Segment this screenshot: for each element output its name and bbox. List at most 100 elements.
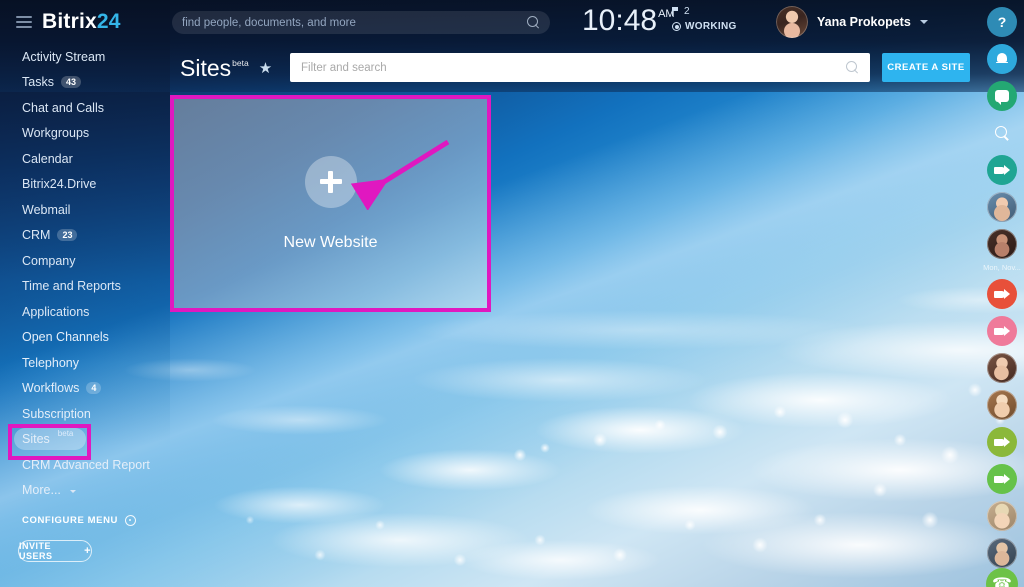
sidebar-item-bitrix24-drive[interactable]: Bitrix24.Drive [0, 172, 170, 198]
top-bar: Bitrix24 10:48 AM 2 WORKING Yana Prokope… [0, 0, 980, 44]
plus-icon: + [84, 544, 91, 557]
working-label: WORKING [685, 21, 737, 32]
sidebar-item-label: Workgroups [22, 126, 90, 141]
sidebar-item-label: Company [22, 253, 76, 268]
sidebar-item-workgroups[interactable]: Workgroups [0, 121, 170, 147]
sidebar-item-sites[interactable]: Sites beta [0, 427, 170, 453]
search-icon[interactable] [846, 61, 859, 74]
global-search-input[interactable] [182, 16, 527, 29]
user-name: Yana Prokopets [817, 15, 911, 29]
configure-menu-button[interactable]: CONFIGURE MENU [0, 515, 170, 526]
sidebar-item-label: Workflows [22, 381, 80, 396]
chevron-down-icon [69, 490, 76, 494]
chevron-down-icon[interactable] [919, 20, 928, 24]
user-menu[interactable]: Yana Prokopets [776, 6, 928, 38]
sidebar-item-activity-stream[interactable]: Activity Stream [0, 44, 170, 70]
gear-icon[interactable] [125, 515, 137, 526]
bitrix24-sites-page: Bitrix24 10:48 AM 2 WORKING Yana Prokope… [0, 0, 1024, 587]
user-avatar-3[interactable] [987, 353, 1017, 383]
sidebar-item-crm[interactable]: CRM 23 [0, 223, 170, 249]
logo-number: 24 [96, 10, 121, 33]
avatar[interactable] [776, 6, 808, 38]
sidebar-item-open-channels[interactable]: Open Channels [0, 325, 170, 351]
sidebar-item-badge: 23 [57, 229, 78, 242]
megaphone-icon-green[interactable] [987, 464, 1017, 494]
sidebar-item-label: Applications [22, 304, 90, 319]
bitrix24-logo[interactable]: Bitrix24 [42, 10, 121, 34]
sidebar-item-label: More... [22, 483, 61, 498]
new-website-card[interactable]: New Website [174, 99, 487, 308]
filter-search-input[interactable] [301, 61, 846, 74]
sidebar-item-label: Chat and Calls [22, 100, 104, 115]
sidebar-item-telephony[interactable]: Telephony [0, 350, 170, 376]
sidebar-item-calendar[interactable]: Calendar [0, 146, 170, 172]
logo-text: Bitrix [42, 10, 97, 33]
user-avatar-5[interactable] [987, 501, 1017, 531]
flag-count: 2 [684, 6, 690, 17]
right-sidebar: ? Mon, Nov... ☎ [980, 0, 1024, 587]
sidebar-item-chat-and-calls[interactable]: Chat and Calls [0, 95, 170, 121]
filter-and-search-box[interactable] [290, 53, 870, 82]
sidebar-item-label: Open Channels [22, 330, 109, 345]
sidebar-item-label: Telephony [22, 355, 79, 370]
work-status-widget[interactable]: 2 WORKING [672, 6, 737, 32]
invite-users-label: INVITE USERS [19, 541, 53, 561]
add-site-plus-icon[interactable] [304, 155, 357, 208]
sidebar-item-company[interactable]: Company [0, 248, 170, 274]
user-avatar-1[interactable] [987, 192, 1017, 222]
megaphone-icon-teal[interactable] [987, 155, 1017, 185]
sidebar-item-label: Activity Stream [22, 49, 106, 64]
create-a-site-button[interactable]: CREATE A SITE [882, 53, 970, 82]
sidebar-item-label: CRM Advanced Report [22, 457, 150, 472]
sidebar-item-time-and-reports[interactable]: Time and Reports [0, 274, 170, 300]
sidebar-item-beta-tag: beta [57, 428, 74, 438]
sidebar-item-badge: 4 [86, 382, 102, 395]
megaphone-icon-pink[interactable] [987, 316, 1017, 346]
new-website-label: New Website [283, 233, 378, 251]
sidebar-menu: Activity Stream Tasks 43 Chat and Calls … [0, 44, 170, 562]
record-dot-icon [672, 22, 681, 31]
user-avatar-4[interactable] [987, 390, 1017, 420]
configure-menu-label: CONFIGURE MENU [22, 515, 119, 526]
phone-call-button[interactable]: ☎ [986, 568, 1018, 587]
megaphone-icon-olive[interactable] [987, 427, 1017, 457]
sidebar-item-subscription[interactable]: Subscription [0, 401, 170, 427]
page-title-text: Sites [180, 54, 232, 81]
page-header: Sites beta ★ CREATE A SITE [170, 44, 980, 92]
search-icon[interactable] [527, 16, 540, 29]
sidebar-item-label: CRM [22, 228, 51, 243]
favorite-star-icon[interactable]: ★ [259, 61, 272, 76]
sidebar-item-label: Time and Reports [22, 279, 121, 294]
sidebar-item-label: Sites [22, 432, 50, 447]
flag-icon [672, 7, 680, 16]
sidebar-item-webmail[interactable]: Webmail [0, 197, 170, 223]
sidebar-item-label: Tasks [22, 75, 54, 90]
page-title-beta-tag: beta [232, 57, 249, 68]
sidebar-item-applications[interactable]: Applications [0, 299, 170, 325]
sidebar-item-crm-advanced-report[interactable]: CRM Advanced Report [0, 452, 170, 478]
sidebar-item-label: Subscription [22, 406, 91, 421]
sidebar-item-workflows[interactable]: Workflows 4 [0, 376, 170, 402]
global-search-box[interactable] [172, 11, 550, 34]
sidebar-item-label: Bitrix24.Drive [22, 177, 97, 192]
date-label: Mon, Nov... [983, 263, 1021, 272]
sidebar-item-more[interactable]: More... [0, 478, 170, 504]
clock-display: 10:48 AM [582, 4, 675, 38]
flag-counter[interactable]: 2 [672, 6, 737, 17]
sidebar-item-tasks[interactable]: Tasks 43 [0, 70, 170, 96]
working-status[interactable]: WORKING [672, 21, 737, 32]
megaphone-icon-red[interactable] [987, 279, 1017, 309]
invite-users-button[interactable]: INVITE USERS + [18, 540, 92, 562]
sidebar-item-badge: 43 [60, 76, 81, 89]
notifications-bell-icon[interactable] [987, 44, 1017, 74]
sidebar-item-label: Webmail [22, 202, 71, 217]
user-avatar-2[interactable] [987, 229, 1017, 259]
help-icon[interactable]: ? [987, 7, 1017, 37]
user-avatar-6[interactable] [987, 538, 1017, 568]
hamburger-icon[interactable] [16, 16, 32, 28]
sidebar-item-label: Calendar [22, 151, 73, 166]
page-title[interactable]: Sites beta [180, 55, 249, 82]
clock-time: 10:48 [582, 4, 658, 37]
search-icon[interactable] [987, 118, 1017, 148]
chat-icon[interactable] [987, 81, 1017, 111]
